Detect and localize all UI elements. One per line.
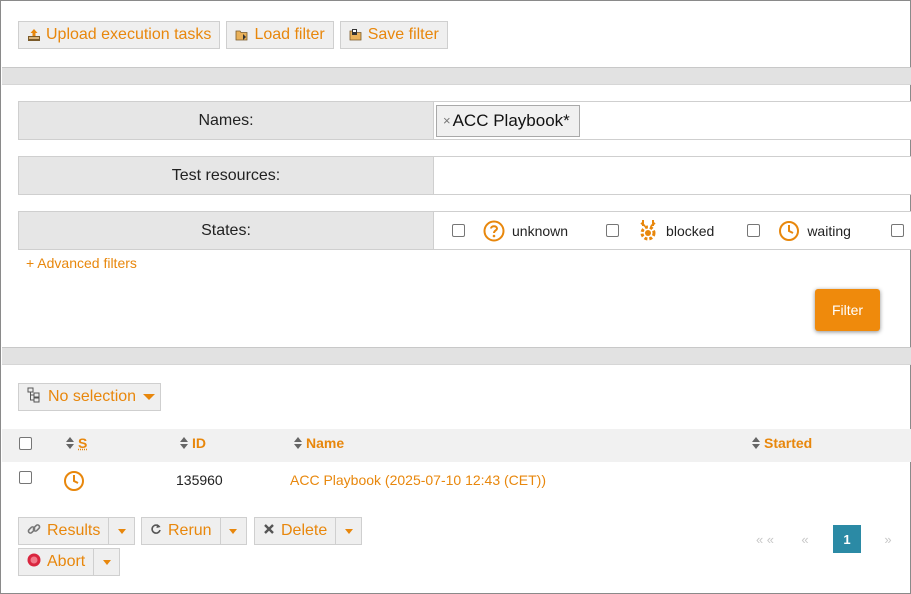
results-label: Results (47, 522, 101, 539)
save-filter-label: Save filter (367, 26, 439, 43)
upload-icon (27, 28, 41, 42)
blocked-gear-icon (637, 219, 659, 243)
page-1-button[interactable]: 1 (833, 525, 861, 553)
upload-execution-tasks-button[interactable]: Upload execution tasks (18, 21, 221, 49)
results-button[interactable]: Results (18, 517, 136, 545)
abort-dropdown-toggle[interactable] (93, 549, 119, 575)
load-filter-button[interactable]: Load filter (226, 21, 334, 49)
stop-icon (27, 553, 41, 572)
chevron-down-icon (102, 559, 111, 565)
refresh-icon (150, 522, 162, 540)
column-header-state[interactable]: S (66, 435, 87, 451)
table-header: S ID Name Started (2, 429, 911, 462)
states-options: unknown blocked waiting (434, 211, 911, 250)
main-window: Upload execution tasks Load filter Save … (0, 0, 911, 594)
names-chip: × ACC Playbook* (436, 104, 580, 137)
delete-label: Delete (281, 522, 328, 539)
state-option-waiting: waiting (747, 220, 851, 242)
state-blocked-checkbox[interactable] (606, 224, 620, 237)
clock-icon (63, 470, 85, 497)
abort-label: Abort (47, 553, 86, 570)
delete-button[interactable]: Delete (254, 517, 363, 545)
delete-dropdown-toggle[interactable] (335, 518, 361, 544)
state-waiting-label: waiting (807, 222, 851, 239)
chevron-down-icon (117, 528, 126, 534)
state-more-checkbox[interactable] (890, 224, 904, 237)
test-resources-label: Test resources: (18, 156, 434, 195)
sort-icon (752, 437, 760, 449)
filter-button[interactable]: Filter (815, 289, 880, 331)
state-option-blocked: blocked (606, 219, 714, 243)
prev-page-button[interactable]: « (793, 525, 817, 553)
state-waiting-checkbox[interactable] (747, 224, 761, 237)
names-input[interactable]: × ACC Playbook* (434, 101, 911, 140)
state-blocked-label: blocked (666, 222, 715, 239)
column-name-label: Name (306, 435, 345, 451)
names-label: Names: (18, 101, 434, 140)
upload-button-label: Upload execution tasks (46, 26, 212, 43)
state-option-unknown: unknown (452, 220, 568, 242)
load-filter-label: Load filter (254, 26, 325, 43)
states-label: States: (18, 211, 434, 250)
sort-icon (294, 437, 302, 449)
sort-icon (180, 437, 188, 449)
link-icon (27, 522, 41, 541)
next-page-button[interactable]: » (877, 525, 899, 553)
state-option-more (890, 220, 911, 242)
rerun-main[interactable]: Rerun (142, 518, 220, 544)
abort-button[interactable]: Abort (18, 548, 121, 576)
close-icon (263, 522, 275, 540)
state-unknown-checkbox[interactable] (452, 224, 465, 237)
section-divider-2 (2, 347, 911, 365)
abort-main[interactable]: Abort (19, 549, 93, 575)
column-state-label: S (78, 435, 88, 451)
table-row[interactable]: 135960 ACC Playbook (2025-07-10 12:43 (C… (2, 463, 911, 497)
clock-icon (778, 220, 800, 242)
rerun-dropdown-toggle[interactable] (219, 518, 246, 544)
save-filter-button[interactable]: Save filter (339, 21, 448, 49)
test-resources-input[interactable] (434, 156, 911, 195)
open-folder-icon (235, 28, 249, 42)
column-started-label: Started (764, 435, 813, 451)
column-id-label: ID (192, 435, 206, 451)
advanced-filters-link[interactable]: + Advanced filters (26, 255, 137, 271)
column-header-started[interactable]: Started (752, 435, 812, 451)
section-divider (2, 67, 911, 85)
tree-icon (27, 387, 41, 408)
results-dropdown-toggle[interactable] (108, 518, 134, 544)
chip-remove-icon[interactable]: × (443, 113, 451, 128)
select-all-checkbox[interactable] (19, 437, 32, 450)
row-name-link[interactable]: ACC Playbook (2025-07-10 12:43 (CET)) (290, 472, 546, 488)
states-filter-row: States: unknown blocked waiting (18, 211, 911, 250)
rerun-label: Rerun (168, 522, 212, 539)
selection-label: No selection (48, 388, 137, 405)
sort-icon (66, 437, 74, 449)
rerun-button[interactable]: Rerun (141, 517, 247, 545)
results-main[interactable]: Results (19, 518, 108, 544)
names-chip-label: ACC Playbook* (452, 110, 570, 130)
selection-dropdown[interactable]: No selection (18, 383, 161, 411)
column-header-name[interactable]: Name (294, 435, 344, 451)
chevron-down-icon (344, 528, 353, 534)
column-header-id[interactable]: ID (180, 435, 206, 451)
state-unknown-label: unknown (512, 222, 569, 239)
question-circle-icon (483, 220, 505, 242)
chevron-down-icon (143, 394, 156, 400)
save-folder-icon (349, 28, 363, 42)
names-filter-row: Names: × ACC Playbook* (18, 101, 911, 140)
test-resources-filter-row: Test resources: (18, 156, 911, 195)
first-page-button[interactable]: « « (751, 525, 779, 553)
top-toolbar: Upload execution tasks Load filter Save … (18, 21, 448, 49)
row-id: 135960 (176, 472, 223, 488)
row-checkbox[interactable] (19, 471, 32, 484)
delete-main[interactable]: Delete (255, 518, 335, 544)
chevron-down-icon (229, 528, 238, 534)
